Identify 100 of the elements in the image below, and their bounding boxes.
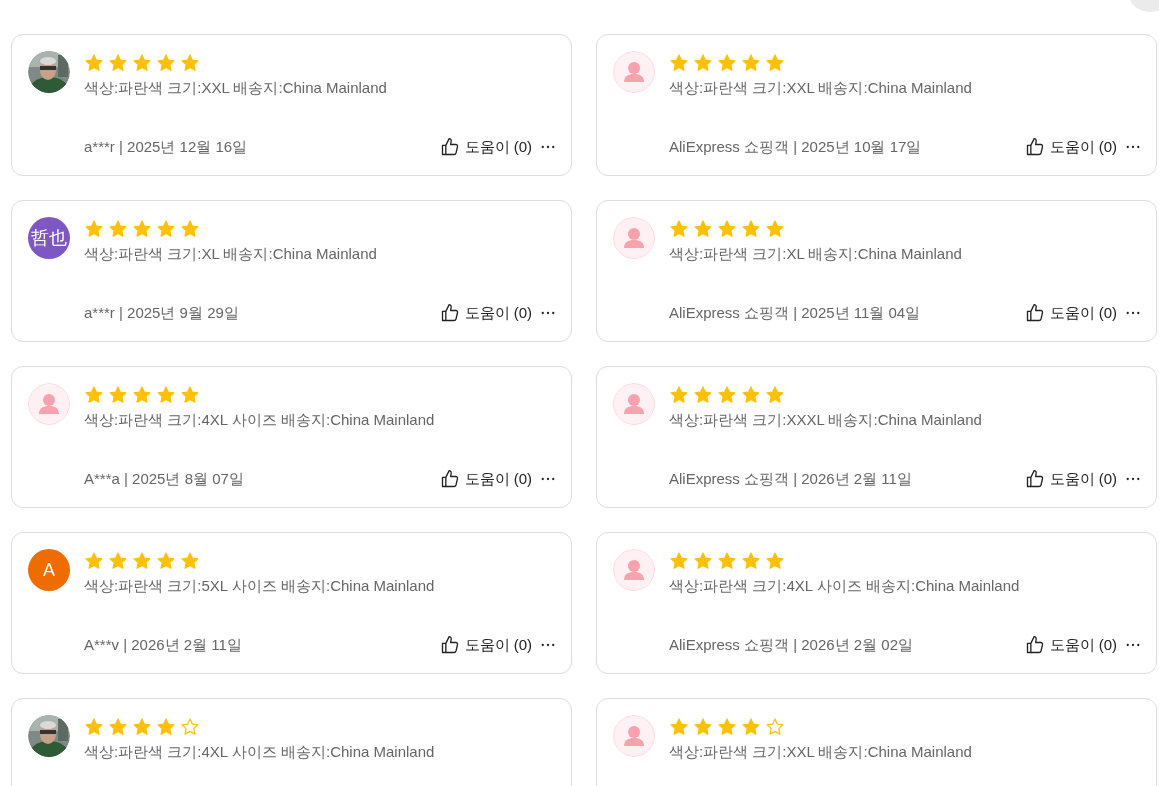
filled-star-icon: [741, 717, 761, 737]
reviewer-date: a***r | 2025년 12월 16일: [84, 137, 249, 157]
filled-star-icon: [84, 717, 104, 737]
filled-star-icon: [693, 53, 713, 73]
thumbs-up-icon: [439, 635, 460, 655]
user-avatar-icon: [613, 51, 655, 93]
product-attributes: 색상:파란색 크기:XL 배송지:China Mainland: [669, 245, 962, 264]
filled-star-icon: [84, 53, 104, 73]
filled-star-icon: [180, 385, 200, 405]
filled-star-icon: [669, 385, 689, 405]
reviewer-date: AliExpress 쇼핑객 | 2025년 11월 04일: [669, 303, 922, 323]
filled-star-icon: [741, 551, 761, 571]
reviewer-date: AliExpress 쇼핑객 | 2026년 2월 11일: [669, 469, 913, 489]
thumbs-up-icon: [439, 469, 460, 489]
thumbs-up-icon: [439, 137, 460, 157]
filled-star-icon: [765, 385, 785, 405]
empty-star-icon: [765, 717, 785, 737]
filled-star-icon: [156, 385, 176, 405]
product-attributes: 색상:파란색 크기:XXL 배송지:China Mainland: [669, 743, 972, 762]
user-avatar-icon: [613, 715, 655, 757]
helpful-button[interactable]: 도움이 (0): [439, 137, 532, 157]
filled-star-icon: [717, 385, 737, 405]
user-avatar-icon: [613, 383, 655, 425]
filled-star-icon: [108, 551, 128, 571]
filled-star-icon: [669, 53, 689, 73]
more-icon[interactable]: [1126, 311, 1140, 315]
user-avatar: A: [28, 549, 70, 591]
filled-star-icon: [132, 219, 152, 239]
filled-star-icon: [84, 219, 104, 239]
filled-star-icon: [156, 551, 176, 571]
filled-star-icon: [156, 717, 176, 737]
user-avatar-icon: [613, 549, 655, 591]
reviewer-date: A***a | 2025년 8월 07일: [84, 469, 245, 489]
more-icon[interactable]: [1126, 477, 1140, 481]
filled-star-icon: [108, 385, 128, 405]
filled-star-icon: [156, 53, 176, 73]
filled-star-icon: [108, 53, 128, 73]
helpful-button[interactable]: 도움이 (0): [439, 303, 532, 323]
helpful-button[interactable]: 도움이 (0): [1024, 635, 1117, 655]
product-attributes: 색상:파란색 크기:XL 배송지:China Mainland: [84, 245, 377, 264]
filled-star-icon: [84, 551, 104, 571]
product-attributes: 색상:파란색 크기:XXL 배송지:China Mainland: [669, 79, 972, 98]
product-attributes: 색상:파란색 크기:4XL 사이즈 배송지:China Mainland: [84, 743, 435, 762]
filled-star-icon: [108, 717, 128, 737]
more-icon[interactable]: [1126, 643, 1140, 647]
filled-star-icon: [132, 551, 152, 571]
filled-star-icon: [717, 717, 737, 737]
product-attributes: 색상:파란색 크기:XXXL 배송지:China Mainland: [669, 411, 982, 430]
filled-star-icon: [180, 551, 200, 571]
filled-star-icon: [108, 219, 128, 239]
filled-star-icon: [741, 219, 761, 239]
empty-star-icon: [180, 717, 200, 737]
filled-star-icon: [669, 219, 689, 239]
filled-star-icon: [765, 219, 785, 239]
filled-star-icon: [741, 385, 761, 405]
filled-star-icon: [693, 385, 713, 405]
product-attributes: 색상:파란색 크기:4XL 사이즈 배송지:China Mainland: [84, 411, 435, 430]
reviewer-date: AliExpress 쇼핑객 | 2025년 10월 17일: [669, 137, 923, 157]
user-avatar: 哲也: [28, 217, 70, 259]
thumbs-up-icon: [439, 303, 460, 323]
helpful-button[interactable]: 도움이 (0): [439, 469, 532, 489]
filled-star-icon: [84, 385, 104, 405]
filled-star-icon: [132, 717, 152, 737]
thumbs-up-icon: [1024, 303, 1045, 323]
filled-star-icon: [132, 385, 152, 405]
thumbs-up-icon: [1024, 635, 1045, 655]
filled-star-icon: [741, 53, 761, 73]
filled-star-icon: [765, 53, 785, 73]
filled-star-icon: [693, 551, 713, 571]
helpful-button[interactable]: 도움이 (0): [1024, 303, 1117, 323]
filled-star-icon: [765, 551, 785, 571]
helpful-button[interactable]: 도움이 (0): [439, 635, 532, 655]
filled-star-icon: [693, 717, 713, 737]
helpful-button[interactable]: 도움이 (0): [1024, 469, 1117, 489]
reviewer-date: a***r | 2025년 9월 29일: [84, 303, 240, 323]
user-avatar-icon: [28, 383, 70, 425]
filled-star-icon: [717, 219, 737, 239]
helpful-button[interactable]: 도움이 (0): [1024, 137, 1117, 157]
filled-star-icon: [156, 219, 176, 239]
filled-star-icon: [180, 53, 200, 73]
filled-star-icon: [132, 53, 152, 73]
more-icon[interactable]: [541, 643, 555, 647]
more-icon[interactable]: [541, 145, 555, 149]
thumbs-up-icon: [1024, 137, 1045, 157]
thumbs-up-icon: [1024, 469, 1045, 489]
filled-star-icon: [180, 219, 200, 239]
product-attributes: 색상:파란색 크기:4XL 사이즈 배송지:China Mainland: [669, 577, 1020, 596]
product-attributes: 색상:파란색 크기:XXL 배송지:China Mainland: [84, 79, 387, 98]
filled-star-icon: [669, 717, 689, 737]
filled-star-icon: [669, 551, 689, 571]
product-attributes: 색상:파란색 크기:5XL 사이즈 배송지:China Mainland: [84, 577, 435, 596]
filled-star-icon: [717, 551, 737, 571]
more-icon[interactable]: [541, 477, 555, 481]
reviewer-date: AliExpress 쇼핑객 | 2026년 2월 02일: [669, 635, 914, 655]
more-icon[interactable]: [541, 311, 555, 315]
filled-star-icon: [693, 219, 713, 239]
more-icon[interactable]: [1126, 145, 1140, 149]
user-avatar-icon: [613, 217, 655, 259]
reviewer-date: A***v | 2026년 2월 11일: [84, 635, 243, 655]
filled-star-icon: [717, 53, 737, 73]
